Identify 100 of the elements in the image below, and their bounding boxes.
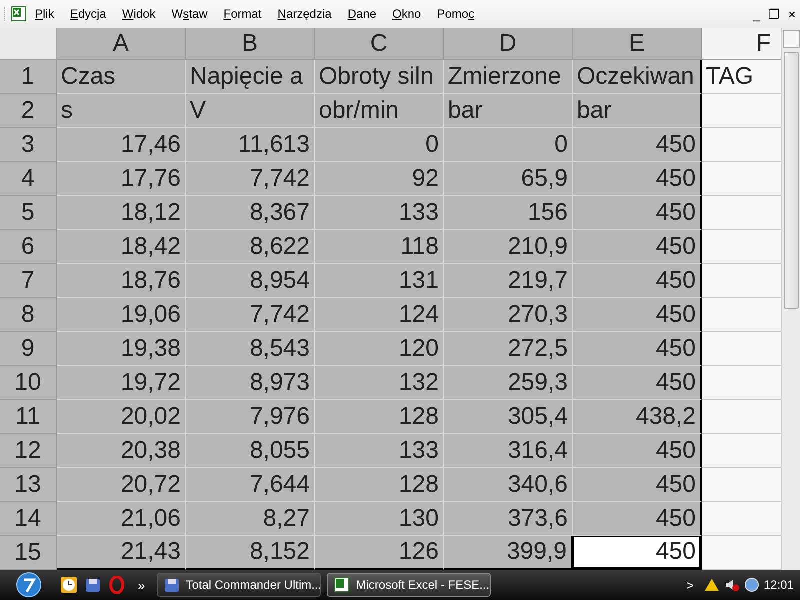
table-cell: 126 [315,536,444,570]
table-cell: 11,613 [186,128,315,162]
table-cell: 8,543 [186,332,315,366]
table-cell: 132 [315,366,444,400]
table-cell: 450 [573,162,702,196]
column-header[interactable]: E [573,28,702,60]
row-header[interactable]: 4 [0,162,57,196]
taskbar-button[interactable]: Total Commander Ultim... [157,573,322,597]
table-cell: Oczekiwan [573,60,702,94]
menu-item[interactable]: Pomoc [429,5,483,23]
vertical-scrollbar[interactable] [781,28,800,570]
menu-item[interactable]: Format [216,5,270,23]
table-cell: 450 [573,196,702,230]
table-cell: 156 [444,196,573,230]
row-header[interactable]: 7 [0,264,57,298]
table-cell: Zmierzone [444,60,573,94]
row-header[interactable]: 3 [0,128,57,162]
table-cell: 0 [315,128,444,162]
table-cell: Obroty siln [315,60,444,94]
table-cell: 133 [315,196,444,230]
floppy-icon[interactable] [84,576,102,594]
menu-item[interactable]: Dane [340,5,385,23]
table-cell: 219,7 [444,264,573,298]
table-cell: 450 [573,536,702,570]
table-cell: 450 [573,230,702,264]
row-header[interactable]: 2 [0,94,57,128]
menu-item[interactable]: Wstaw [164,5,216,23]
table-cell: 124 [315,298,444,332]
table-cell: 21,43 [57,536,186,570]
taskbar-button[interactable]: Microsoft Excel - FESE... [327,573,492,597]
table-cell: 272,5 [444,332,573,366]
table-cell: 270,3 [444,298,573,332]
column-header[interactable]: B [186,28,315,60]
browser-icon[interactable] [108,576,126,594]
clock[interactable]: 12:01 [764,578,794,592]
table-cell: 65,9 [444,162,573,196]
table-cell: 0 [444,128,573,162]
table-cell: bar [444,94,573,128]
table-cell: 450 [573,128,702,162]
clock-icon[interactable] [60,576,78,594]
menu-item[interactable]: Okno [384,5,430,23]
table-cell: 8,622 [186,230,315,264]
scroll-thumb[interactable] [784,52,798,309]
row-header[interactable]: 12 [0,434,57,468]
row-header[interactable]: 15 [0,536,57,570]
table-cell: 18,12 [57,196,186,230]
table-cell: 19,06 [57,298,186,332]
table-cell: 8,055 [186,434,315,468]
row-header[interactable]: 10 [0,366,57,400]
table-cell: 305,4 [444,400,573,434]
menu-item[interactable]: Edycja [62,5,114,23]
table-cell: 7,742 [186,298,315,332]
table-cell: TAG [702,60,782,94]
table-cell: 7,976 [186,400,315,434]
network-icon[interactable] [744,577,760,593]
window-control[interactable]: _ [749,6,764,22]
row-header[interactable]: 9 [0,332,57,366]
table-cell: 8,152 [186,536,315,570]
table-cell: 8,954 [186,264,315,298]
window-control[interactable]: ❐ [764,6,784,22]
table-cell: 340,6 [444,468,573,502]
table-cell: 21,06 [57,502,186,536]
row-header[interactable]: 5 [0,196,57,230]
excel-icon[interactable] [11,6,27,22]
table-cell: 20,02 [57,400,186,434]
table-cell: obr/min [315,94,444,128]
row-header[interactable]: 14 [0,502,57,536]
table-cell: 128 [315,400,444,434]
table-cell: 316,4 [444,434,573,468]
start-button[interactable] [14,572,44,598]
quick-launch-more[interactable]: » [132,578,152,592]
table-cell: 20,72 [57,468,186,502]
tray-expand[interactable]: > [680,578,700,592]
table-cell: 17,76 [57,162,186,196]
table-cell: s [57,94,186,128]
row-header[interactable]: 1 [0,60,57,94]
menu-item[interactable]: Narzędzia [270,5,340,23]
table-cell: 7,644 [186,468,315,502]
menu-item[interactable]: Widok [114,5,164,23]
table-cell: bar [573,94,702,128]
row-header[interactable]: 6 [0,230,57,264]
table-cell: 450 [573,264,702,298]
table-cell: 399,9 [444,536,573,570]
row-header[interactable]: 11 [0,400,57,434]
table-cell: 118 [315,230,444,264]
table-cell: 7,742 [186,162,315,196]
table-cell: 450 [573,332,702,366]
column-header[interactable]: C [315,28,444,60]
column-header[interactable]: D [444,28,573,60]
speaker-icon[interactable] [724,577,740,593]
table-cell: 373,6 [444,502,573,536]
row-header[interactable]: 8 [0,298,57,332]
window-control[interactable]: × [784,6,800,22]
column-header[interactable]: A [57,28,186,60]
warning-icon[interactable] [704,577,720,593]
table-cell: 450 [573,468,702,502]
table-cell: 92 [315,162,444,196]
row-header[interactable]: 13 [0,468,57,502]
menu-item[interactable]: Plik [27,5,62,23]
excel-icon [334,577,350,593]
